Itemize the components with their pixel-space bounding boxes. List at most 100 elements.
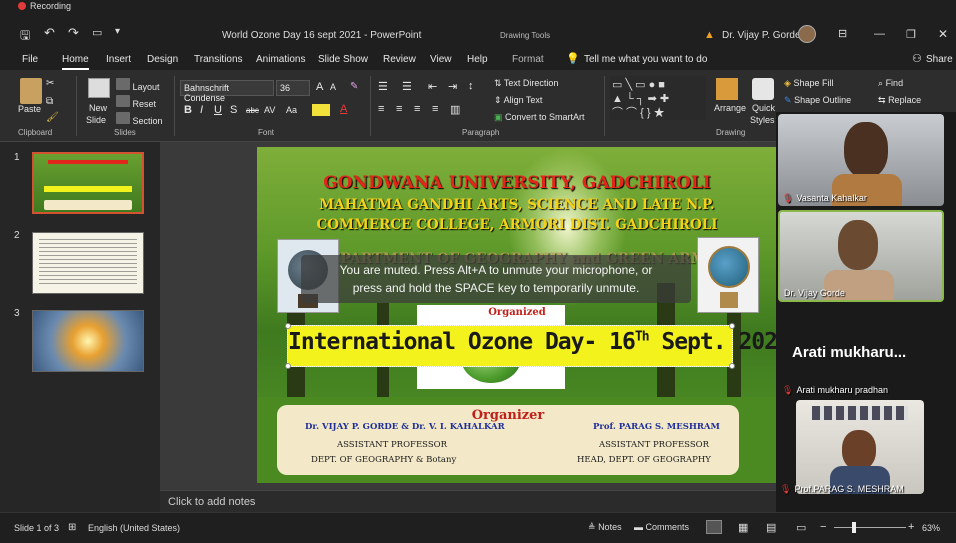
quick-styles-icon[interactable] xyxy=(752,78,774,100)
tab-slide-show[interactable]: Slide Show xyxy=(318,54,368,65)
slideshow-view-icon[interactable]: ▭ xyxy=(796,521,806,534)
user-avatar[interactable] xyxy=(798,25,816,43)
comments-toggle[interactable]: ▬ Comments xyxy=(634,522,689,532)
font-family-select[interactable]: Bahnschrift Condense xyxy=(180,80,274,103)
language-indicator[interactable]: English (United States) xyxy=(88,523,180,533)
share-button[interactable]: Share xyxy=(926,54,953,65)
warning-icon[interactable]: ▲ xyxy=(704,29,715,41)
shrink-font-icon[interactable]: A xyxy=(330,82,336,92)
justify-icon[interactable]: ≡ xyxy=(432,103,438,115)
slide-subtitle-college-2[interactable]: COMMERCE COLLEGE, ARMORI DIST. GADCHIROL… xyxy=(257,217,777,233)
bullets-icon[interactable]: ☰ xyxy=(378,80,388,93)
zoom-slider-track[interactable] xyxy=(834,527,906,528)
tab-view[interactable]: View xyxy=(430,54,452,65)
copy-icon[interactable]: ⧉ xyxy=(46,96,53,107)
cut-icon[interactable]: ✂ xyxy=(46,78,54,89)
format-painter-icon[interactable]: 🖌 xyxy=(46,112,59,123)
convert-smartart-button[interactable]: ▣ Convert to SmartArt xyxy=(494,112,585,123)
paste-button[interactable]: Paste xyxy=(18,104,41,114)
tab-transitions[interactable]: Transitions xyxy=(194,54,243,65)
arrange-button[interactable]: Arrange xyxy=(714,103,746,113)
zoom-slider-thumb[interactable] xyxy=(852,522,856,533)
save-icon[interactable]: 🖫 xyxy=(20,26,30,47)
quick-styles-button-2[interactable]: Styles xyxy=(750,115,775,125)
resize-handle[interactable] xyxy=(285,323,291,329)
slide-thumbnail-2[interactable] xyxy=(32,232,144,294)
arrange-icon[interactable] xyxy=(716,78,738,100)
italic-icon[interactable]: I xyxy=(200,104,203,116)
zoom-in-icon[interactable]: + xyxy=(908,521,914,533)
text-direction-button[interactable]: ⇅ Text Direction xyxy=(494,78,558,89)
notes-pane[interactable]: Click to add notes xyxy=(160,490,780,512)
slide-subtitle-college-1[interactable]: MAHATMA GANDHI ARTS, SCIENCE AND LATE N.… xyxy=(257,197,777,213)
user-name[interactable]: Dr. Vijay P. Gorde xyxy=(722,30,801,41)
font-size-select[interactable]: 36 xyxy=(276,80,310,96)
reset-button[interactable]: Reset xyxy=(116,95,156,109)
normal-view-icon[interactable] xyxy=(706,520,722,534)
ribbon-display-icon[interactable]: ⊟ xyxy=(838,27,847,40)
paste-icon[interactable] xyxy=(20,78,42,104)
slide-sorter-icon[interactable]: ▦ xyxy=(738,521,748,534)
line-spacing-icon[interactable]: ↕ xyxy=(468,80,474,92)
tab-design[interactable]: Design xyxy=(147,54,178,65)
columns-icon[interactable]: ▥ xyxy=(450,103,460,116)
reading-view-icon[interactable]: ▤ xyxy=(766,521,776,534)
participant-video-2[interactable]: Dr. Vijay Gorde xyxy=(778,210,944,302)
find-button[interactable]: ⌕ Find xyxy=(878,78,903,89)
new-slide-icon[interactable] xyxy=(88,78,110,98)
tab-home[interactable]: Home xyxy=(62,54,89,70)
tab-insert[interactable]: Insert xyxy=(106,54,131,65)
highlight-icon[interactable] xyxy=(312,104,330,116)
resize-handle[interactable] xyxy=(285,363,291,369)
tab-review[interactable]: Review xyxy=(383,54,416,65)
font-color-icon[interactable]: A xyxy=(340,103,347,115)
new-slide-label[interactable]: New xyxy=(89,103,107,113)
notes-placeholder[interactable]: Click to add notes xyxy=(168,496,255,508)
new-slide-label-2[interactable]: Slide xyxy=(86,115,106,125)
slide-banner[interactable]: International Ozone Day- 16Th Sept. 2021 xyxy=(285,323,777,369)
zoom-out-icon[interactable]: − xyxy=(820,521,826,533)
customize-qat-icon[interactable]: ▾ xyxy=(115,26,120,37)
accessibility-icon[interactable]: ⊞ xyxy=(68,522,76,533)
minimize-button[interactable]: — xyxy=(874,28,885,40)
slide-title-university[interactable]: GONDWANA UNIVERSITY, GADCHIROLI xyxy=(257,173,777,193)
change-case-icon[interactable]: Aa xyxy=(286,105,297,115)
align-center-icon[interactable]: ≡ xyxy=(396,103,402,115)
participant-video-4[interactable] xyxy=(796,400,924,494)
strikethrough-icon[interactable]: abc xyxy=(246,106,259,115)
quick-styles-button[interactable]: Quick xyxy=(752,103,775,113)
participant-video-1[interactable]: 🎙 Vasanta Kahalkar xyxy=(778,114,944,206)
char-spacing-icon[interactable]: AV xyxy=(264,105,275,115)
tab-help[interactable]: Help xyxy=(467,54,488,65)
bold-icon[interactable]: B xyxy=(184,104,192,116)
layout-button[interactable]: Layout xyxy=(116,78,160,92)
slide-thumbnail-3[interactable] xyxy=(32,310,144,372)
current-slide[interactable]: GONDWANA UNIVERSITY, GADCHIROLI MAHATMA … xyxy=(257,147,777,483)
tab-format[interactable]: Format xyxy=(512,54,544,65)
shadow-icon[interactable]: S xyxy=(230,104,237,116)
section-button[interactable]: Section xyxy=(116,112,163,126)
underline-icon[interactable]: U xyxy=(214,104,222,116)
shapes-gallery[interactable]: ▭ ╲ ▭ ● ■ ▲ └ ┐ ➡ ✚ ⌒ ⌒ { } ★ xyxy=(610,76,706,120)
shape-outline-button[interactable]: ✎ Shape Outline xyxy=(784,95,851,106)
notes-toggle[interactable]: ≜ Notes xyxy=(588,522,622,533)
tab-file[interactable]: File xyxy=(22,54,38,65)
shape-fill-button[interactable]: ◈ Shape Fill xyxy=(784,78,833,89)
redo-icon[interactable]: ↷ xyxy=(68,25,79,41)
align-text-button[interactable]: ⇕ Align Text xyxy=(494,95,542,106)
close-button[interactable]: ✕ xyxy=(938,27,948,41)
decrease-indent-icon[interactable]: ⇤ xyxy=(428,80,437,93)
tab-animations[interactable]: Animations xyxy=(256,54,305,65)
present-icon[interactable]: ▭ xyxy=(92,26,102,39)
clear-format-icon[interactable]: ✎ xyxy=(350,81,358,92)
globe-image-right[interactable] xyxy=(697,237,759,313)
align-left-icon[interactable]: ≡ xyxy=(378,103,384,115)
grow-font-icon[interactable]: A xyxy=(316,81,323,93)
align-right-icon[interactable]: ≡ xyxy=(414,103,420,115)
tell-me-input[interactable]: Tell me what you want to do xyxy=(584,54,707,65)
resize-handle[interactable] xyxy=(729,363,735,369)
slide-thumbnail-1[interactable] xyxy=(32,152,144,214)
restore-button[interactable]: ❐ xyxy=(906,28,916,41)
numbering-icon[interactable]: ☰ xyxy=(402,80,412,93)
replace-button[interactable]: ⇆ Replace xyxy=(878,95,921,106)
